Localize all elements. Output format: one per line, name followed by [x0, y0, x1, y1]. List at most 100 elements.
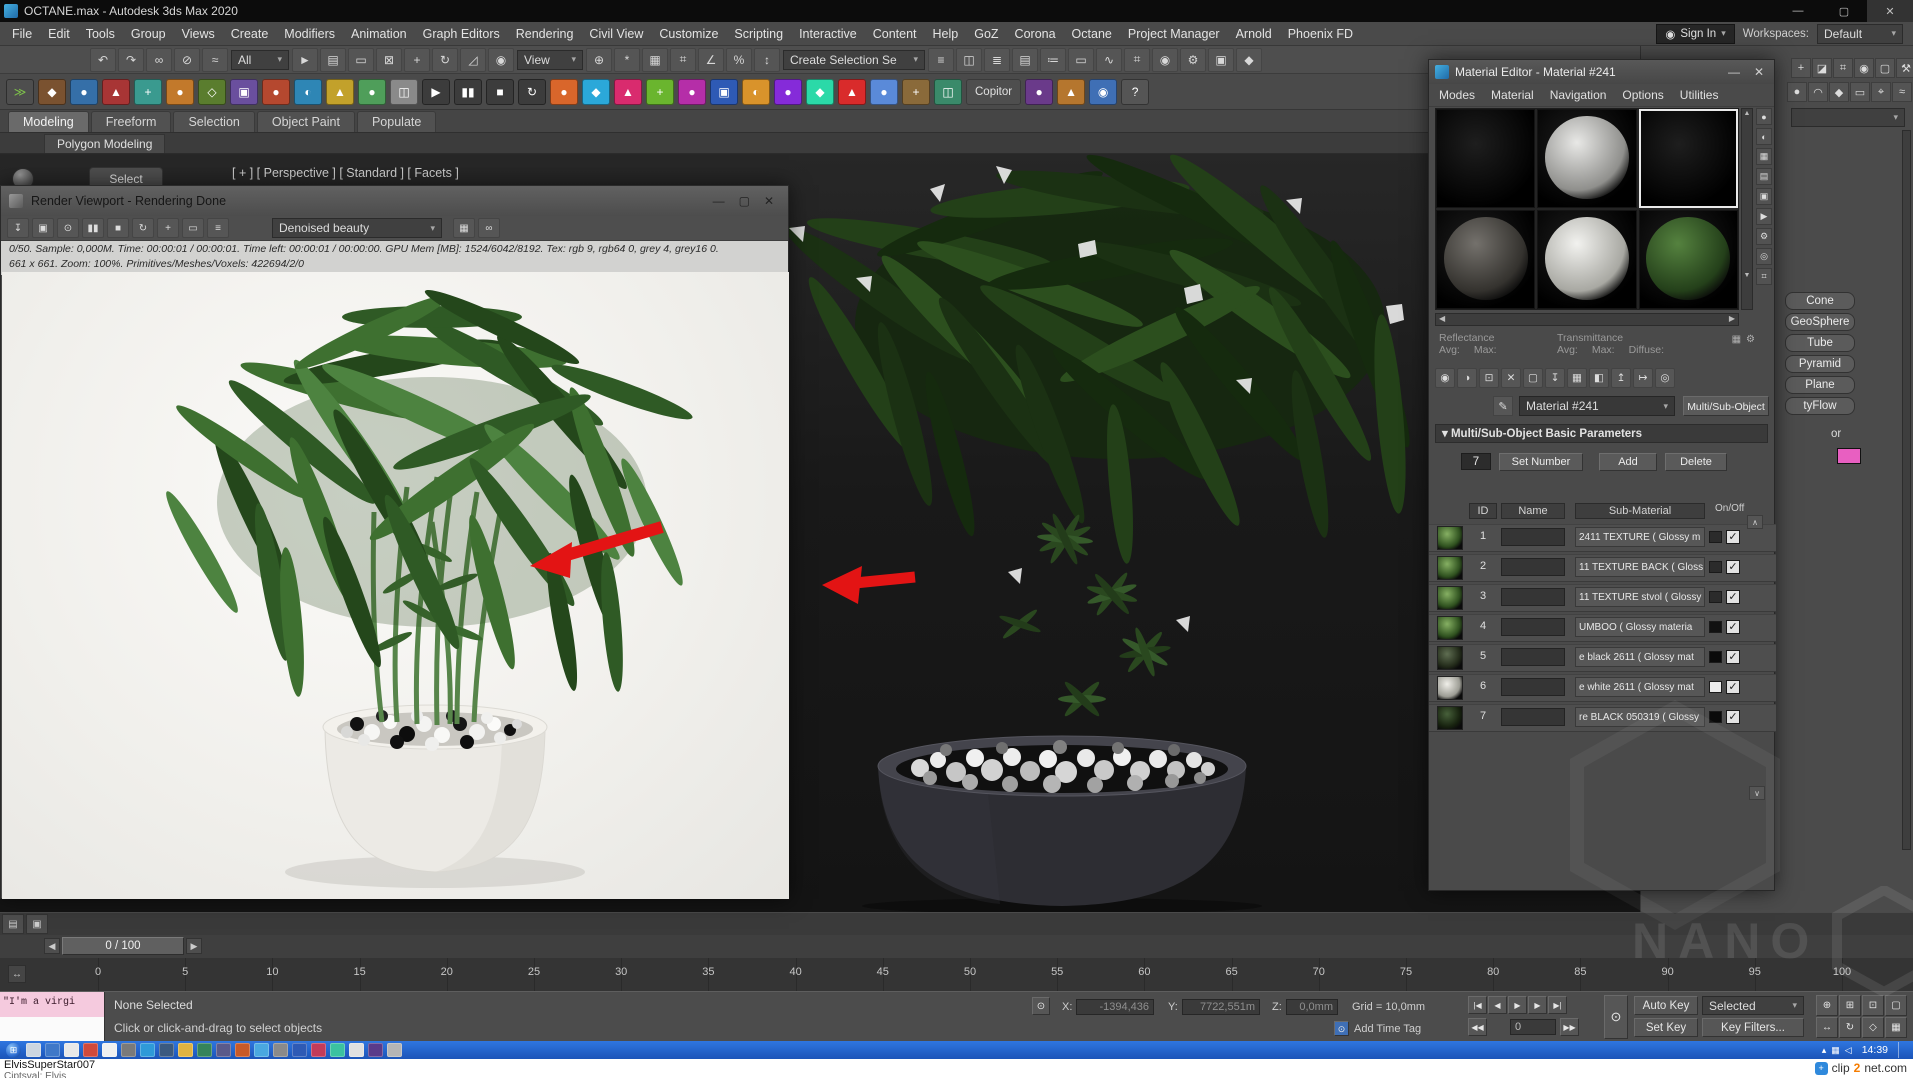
spinner-snap-icon[interactable]: ↕ — [754, 48, 780, 72]
percent-snap-icon[interactable]: % — [726, 48, 752, 72]
me-menu-material[interactable]: Material — [1491, 88, 1534, 102]
utilities-tab-icon[interactable]: ⚒ — [1896, 58, 1913, 78]
menu-customize[interactable]: Customize — [651, 25, 726, 43]
current-frame-field[interactable]: 0 — [1510, 1019, 1556, 1035]
taskbar-app-icon[interactable] — [197, 1043, 212, 1057]
go-to-end-icon[interactable]: ▶| — [1548, 996, 1567, 1014]
sub-material-name-field[interactable] — [1501, 588, 1565, 606]
auto-key-button[interactable]: Auto Key — [1634, 996, 1698, 1015]
material-editor-icon[interactable]: ◉ — [1152, 48, 1178, 72]
previous-key-icon[interactable]: ◀◀ — [1468, 1018, 1487, 1036]
go-to-parent-icon[interactable]: ↥ — [1611, 368, 1631, 388]
sub-material-onoff-checkbox[interactable]: ✓ — [1726, 590, 1740, 604]
object-color-swatch[interactable] — [1837, 448, 1861, 464]
scroll-right-icon[interactable]: ▶ — [1726, 314, 1738, 325]
zoom-region-icon[interactable]: ▢ — [1885, 995, 1907, 1016]
mini-listener-icon[interactable]: ▤ — [2, 914, 24, 934]
key-filters-button[interactable]: Key Filters... — [1702, 1018, 1804, 1037]
taskbar-app-icon[interactable] — [235, 1043, 250, 1057]
z-coordinate-field[interactable]: 0,0mm — [1286, 999, 1338, 1015]
viewport-label[interactable]: [ + ] [ Perspective ] [ Standard ] [ Fac… — [232, 166, 459, 180]
menu-corona[interactable]: Corona — [1007, 25, 1064, 43]
save-image-icon[interactable]: ↧ — [7, 218, 29, 238]
bind-to-spacewarp-icon[interactable]: ≈ — [202, 48, 228, 72]
menu-scripting[interactable]: Scripting — [726, 25, 791, 43]
menu-views[interactable]: Views — [174, 25, 223, 43]
selection-lock-icon[interactable]: ⊙ — [1032, 997, 1050, 1015]
scene-explorer-toggle-icon[interactable]: ▤ — [1012, 48, 1038, 72]
schematic-view-icon[interactable]: ⌗ — [1124, 48, 1150, 72]
go-forward-icon[interactable]: ↦ — [1633, 368, 1653, 388]
add-button[interactable]: Add — [1599, 453, 1657, 471]
region-icon[interactable]: ▭ — [182, 218, 204, 238]
select-and-move-icon[interactable]: + — [404, 48, 430, 72]
next-frame-icon[interactable]: ▶ — [1528, 996, 1547, 1014]
tray-network-icon[interactable]: ▦ — [1831, 1045, 1840, 1056]
menu-tools[interactable]: Tools — [78, 25, 123, 43]
create-type-pyramid-button[interactable]: Pyramid — [1785, 355, 1855, 373]
me-menu-options[interactable]: Options — [1622, 88, 1663, 102]
motion-tab-icon[interactable]: ◉ — [1854, 58, 1874, 78]
geometry-category-icon[interactable]: ● — [1787, 82, 1807, 102]
add-time-tag[interactable]: Add Time Tag — [1354, 1023, 1421, 1035]
sub-material-thumbnail[interactable] — [1437, 646, 1463, 670]
sub-material-color-swatch[interactable] — [1709, 591, 1722, 603]
sub-material-name-field[interactable] — [1501, 618, 1565, 636]
ribbon-tab-object-paint[interactable]: Object Paint — [257, 111, 355, 132]
crossing-selection-icon[interactable]: ⊠ — [376, 48, 402, 72]
use-pivot-center-icon[interactable]: ⊕ — [586, 48, 612, 72]
maximize-viewport-icon[interactable]: ▦ — [1885, 1017, 1907, 1038]
key-filter-set-dropdown[interactable]: Selected ▾ — [1702, 996, 1804, 1015]
plugin-icon[interactable]: ▣ — [230, 79, 258, 105]
pause-icon[interactable]: ▮▮ — [454, 79, 482, 105]
go-to-start-icon[interactable]: |◀ — [1468, 996, 1487, 1014]
keyboard-override-icon[interactable]: ▦ — [642, 48, 668, 72]
curve-editor-icon[interactable]: ∿ — [1096, 48, 1122, 72]
plugin-icon[interactable]: ▲ — [614, 79, 642, 105]
slots-horizontal-scrollbar[interactable]: ◀▶ — [1435, 313, 1739, 326]
menu-file[interactable]: File — [4, 25, 40, 43]
named-selection-set-dropdown[interactable]: Create Selection Se ▾ — [783, 50, 925, 70]
menu-project-manager[interactable]: Project Manager — [1120, 25, 1228, 43]
focus-picker-icon[interactable]: + — [157, 218, 179, 238]
sub-material-onoff-checkbox[interactable]: ✓ — [1726, 620, 1740, 634]
plugin-icon[interactable]: ▣ — [710, 79, 738, 105]
backlight-icon[interactable]: ◐ — [1756, 128, 1772, 145]
sub-material-name-field[interactable] — [1501, 528, 1565, 546]
close-icon[interactable]: ✕ — [764, 194, 774, 208]
menu-civil-view[interactable]: Civil View — [581, 25, 651, 43]
taskbar-app-icon[interactable] — [216, 1043, 231, 1057]
delete-button[interactable]: Delete — [1665, 453, 1727, 471]
material-sample-slot[interactable] — [1436, 109, 1535, 208]
rendered-frame-window-icon[interactable]: ▣ — [1208, 48, 1234, 72]
sub-material-button[interactable]: UMBOO ( Glossy materia — [1575, 617, 1705, 637]
maxscript-mini-listener[interactable]: "I'm a virgi — [0, 992, 105, 1042]
taskbar-app-icon[interactable] — [368, 1043, 383, 1057]
create-type-tyflow-button[interactable]: tyFlow — [1785, 397, 1855, 415]
sub-material-thumbnail[interactable] — [1437, 586, 1463, 610]
sign-in-button[interactable]: ◉ Sign In ▾ — [1656, 24, 1734, 44]
menu-rendering[interactable]: Rendering — [508, 25, 582, 43]
select-and-placement-icon[interactable]: ◉ — [488, 48, 514, 72]
pick-from-object-icon[interactable]: ◎ — [1655, 368, 1675, 388]
video-color-check-icon[interactable]: ▣ — [1756, 188, 1772, 205]
panel-scrollbar[interactable] — [1902, 130, 1911, 850]
menu-graph-editors[interactable]: Graph Editors — [415, 25, 508, 43]
plugin-icon[interactable]: ▲ — [102, 79, 130, 105]
sub-material-onoff-checkbox[interactable]: ✓ — [1726, 530, 1740, 544]
create-type-geosphere-button[interactable]: GeoSphere — [1785, 313, 1855, 331]
sub-material-thumbnail[interactable] — [1437, 556, 1463, 580]
teapot-render-icon[interactable]: ◉ — [1089, 79, 1117, 105]
get-material-icon[interactable]: ◉ — [1435, 368, 1455, 388]
lock-icon[interactable]: ⊙ — [57, 218, 79, 238]
unlink-selection-icon[interactable]: ⊘ — [174, 48, 200, 72]
plugin-icon[interactable]: ● — [262, 79, 290, 105]
ribbon-toggle-icon[interactable]: ▭ — [1068, 48, 1094, 72]
id-column-header[interactable]: ID — [1469, 503, 1497, 519]
background-icon[interactable]: ▦ — [1756, 148, 1772, 165]
taskbar-app-icon[interactable] — [140, 1043, 155, 1057]
taskbar-app-icon[interactable] — [64, 1043, 79, 1057]
redo-icon[interactable]: ↷ — [118, 48, 144, 72]
plugin-icon[interactable]: ◆ — [582, 79, 610, 105]
taskbar-app-icon[interactable] — [273, 1043, 288, 1057]
